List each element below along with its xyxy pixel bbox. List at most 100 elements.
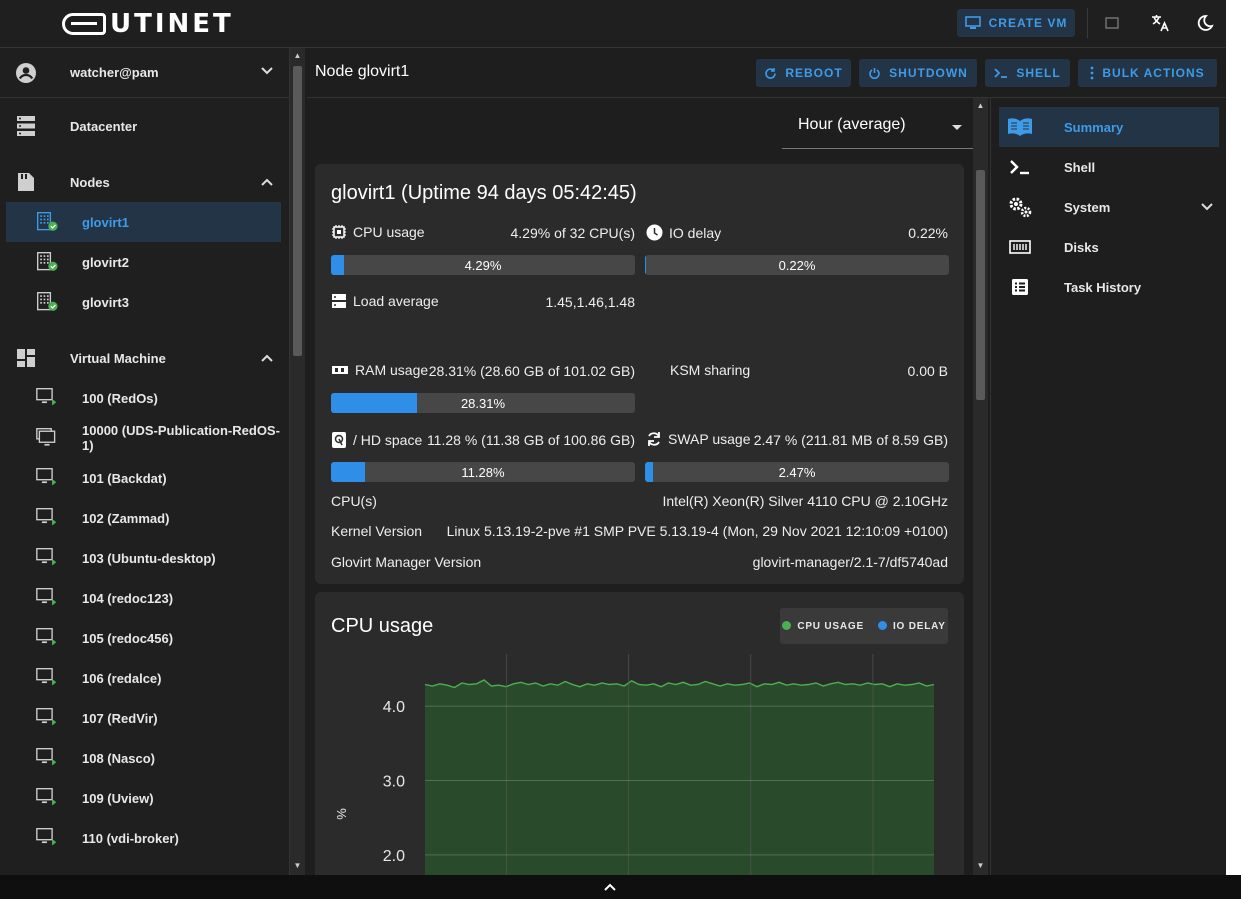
window-icon (1105, 17, 1119, 29)
sidebar-item-glovirt3[interactable]: glovirt3 (0, 282, 289, 322)
sidebar-item-label: 101 (Backdat) (82, 470, 167, 486)
sidebar-item-label: 106 (redalce) (82, 670, 162, 686)
sidebar-item-label: Datacenter (70, 118, 138, 134)
sidebar-item-vm[interactable]: 110 (vdi-broker) (0, 818, 289, 858)
manager-version-label: Glovirt Manager Version (331, 554, 482, 570)
user-menu[interactable]: watcher@pam (0, 48, 289, 98)
node-online-icon (36, 291, 58, 313)
cpu-usage-chart: 4.0 3.0 2.0% (334, 654, 935, 875)
nav-item-label: System (1064, 199, 1111, 215)
main-scroll-thumb[interactable] (976, 170, 985, 400)
sidebar-item-glovirt1[interactable]: glovirt1 (6, 202, 281, 242)
io-delay-text: IO delay (669, 224, 722, 241)
bottom-bar[interactable] (0, 875, 1241, 899)
scroll-down-arrow-icon[interactable]: ▼ (293, 862, 302, 870)
create-vm-label: CREATE VM (988, 16, 1068, 30)
bulk-actions-button[interactable]: BULK ACTIONS (1078, 59, 1217, 87)
nav-item-disks[interactable]: Disks (999, 227, 1219, 267)
sidebar-item-vm[interactable]: 100 (RedOs) (0, 378, 289, 418)
sidebar-item-vm[interactable]: 101 (Backdat) (0, 458, 289, 498)
sidebar-item-label: glovirt3 (82, 294, 129, 310)
logo-text: UTINET (110, 9, 234, 39)
swap-usage-bar-text: 2.47% (778, 465, 816, 480)
nav-item-label: Summary (1064, 119, 1124, 135)
create-vm-button[interactable]: CREATE VM (957, 9, 1075, 37)
nav-item-summary[interactable]: Summary (999, 107, 1219, 147)
sidebar-section-virtual-machine[interactable]: Virtual Machine (0, 338, 289, 378)
book-open-icon (1007, 116, 1033, 138)
translate-icon (1152, 15, 1169, 32)
sidebar-item-label: 108 (Nasco) (82, 750, 155, 766)
y-tick-label: 2.0 (383, 848, 405, 865)
sidebar-item-label: 104 (redoc123) (82, 590, 174, 606)
scroll-down-arrow-icon[interactable]: ▼ (976, 862, 985, 870)
timeframe-value: Hour (average) (798, 116, 906, 133)
nav-item-task-history[interactable]: Task History (999, 267, 1219, 307)
logo: UTINET (62, 9, 234, 39)
sync-icon (648, 432, 660, 446)
translate-button[interactable] (1150, 12, 1172, 34)
chevron-down-icon (261, 67, 273, 75)
sidebar-item-label: glovirt2 (82, 254, 129, 270)
window-toggle-button[interactable] (1101, 12, 1123, 34)
sidebar-item-glovirt2[interactable]: glovirt2 (0, 242, 289, 282)
sidebar-item-vm[interactable]: 103 (Ubuntu-desktop) (0, 538, 289, 578)
y-axis-label: % (334, 808, 349, 820)
sidebar: watcher@pam Datacenter Nodes glovirt1 gl… (0, 48, 290, 875)
cpu-usage-label: CPU usage (331, 224, 425, 240)
app-root: UTINET CREATE VM watcher@pam Datacenter (0, 0, 1226, 875)
nav-item-system[interactable]: System (999, 187, 1219, 227)
sidebar-scroll-thumb[interactable] (293, 66, 302, 356)
nav-item-label: Task History (1064, 279, 1142, 295)
chevron-up-icon[interactable] (604, 882, 616, 894)
theme-toggle-button[interactable] (1194, 12, 1216, 34)
reboot-button[interactable]: REBOOT (756, 59, 851, 87)
cpus-value: Intel(R) Xeon(R) Silver 4110 CPU @ 2.10G… (662, 493, 949, 509)
sidebar-item-vm[interactable]: 107 (RedVir) (0, 698, 289, 738)
sidebar-item-vm[interactable]: 105 (redoc456) (0, 618, 289, 658)
server-icon (332, 294, 346, 308)
swap-usage-label: SWAP usage (646, 431, 751, 447)
io-delay-label: IO delay (646, 224, 721, 241)
sidebar-item-label: glovirt1 (82, 214, 129, 230)
vm-running-icon (36, 787, 58, 809)
ksm-sharing-value: 0.00 B (907, 363, 948, 379)
hd-space-bar: 11.28% (331, 462, 635, 482)
scroll-up-arrow-icon[interactable]: ▲ (976, 102, 985, 110)
load-average-label: Load average (331, 293, 439, 309)
scroll-up-arrow-icon[interactable]: ▲ (293, 52, 302, 60)
terminal-icon (994, 68, 1008, 78)
sidebar-item-datacenter[interactable]: Datacenter (0, 106, 289, 146)
cpu-usage-area (425, 680, 934, 875)
bulk-actions-label: BULK ACTIONS (1102, 66, 1205, 80)
cpu-usage-bar: 4.29% (331, 255, 635, 275)
sidebar-item-vm[interactable]: 108 (Nasco) (0, 738, 289, 778)
sidebar-item-vm[interactable]: 109 (Uview) (0, 778, 289, 818)
clock-icon (646, 224, 663, 241)
vm-running-icon (36, 387, 58, 409)
ram-usage-value: 28.31% (28.60 GB of 101.02 GB) (428, 363, 635, 379)
node-header: Node glovirt1 REBOOT SHUTDOWN SHELL BULK… (307, 48, 1226, 98)
sidebar-section-nodes[interactable]: Nodes (0, 162, 289, 202)
sidebar-item-label: 110 (vdi-broker) (82, 830, 179, 846)
topbar-divider (1087, 8, 1088, 38)
sidebar-scrollbar[interactable]: ▲ ▼ (290, 48, 305, 875)
sidebar-item-vm[interactable]: 104 (redoc123) (0, 578, 289, 618)
main-scrollbar[interactable]: ▲ ▼ (973, 98, 988, 875)
node-online-icon (36, 211, 58, 233)
sidebar-item-vm[interactable]: 102 (Zammad) (0, 498, 289, 538)
node-nav-panel: Summary Shell System Disks Task History (990, 98, 1226, 875)
nav-item-shell[interactable]: Shell (999, 147, 1219, 187)
storage-icon (15, 171, 37, 193)
io-delay-bar-text: 0.22% (778, 258, 816, 273)
cpu-usage-text: CPU usage (353, 224, 425, 240)
y-tick-label: 3.0 (383, 773, 405, 790)
timeframe-select[interactable]: Hour (average) (782, 105, 973, 149)
top-bar: UTINET CREATE VM (0, 0, 1226, 48)
sidebar-item-vm[interactable]: 10000 (UDS-Publication-RedOS-1) (0, 418, 289, 458)
reboot-label: REBOOT (785, 66, 843, 80)
shutdown-button[interactable]: SHUTDOWN (859, 59, 977, 87)
shell-button[interactable]: SHELL (985, 59, 1070, 87)
sidebar-item-vm[interactable]: 106 (redalce) (0, 658, 289, 698)
ksm-sharing-text: KSM sharing (670, 362, 751, 378)
